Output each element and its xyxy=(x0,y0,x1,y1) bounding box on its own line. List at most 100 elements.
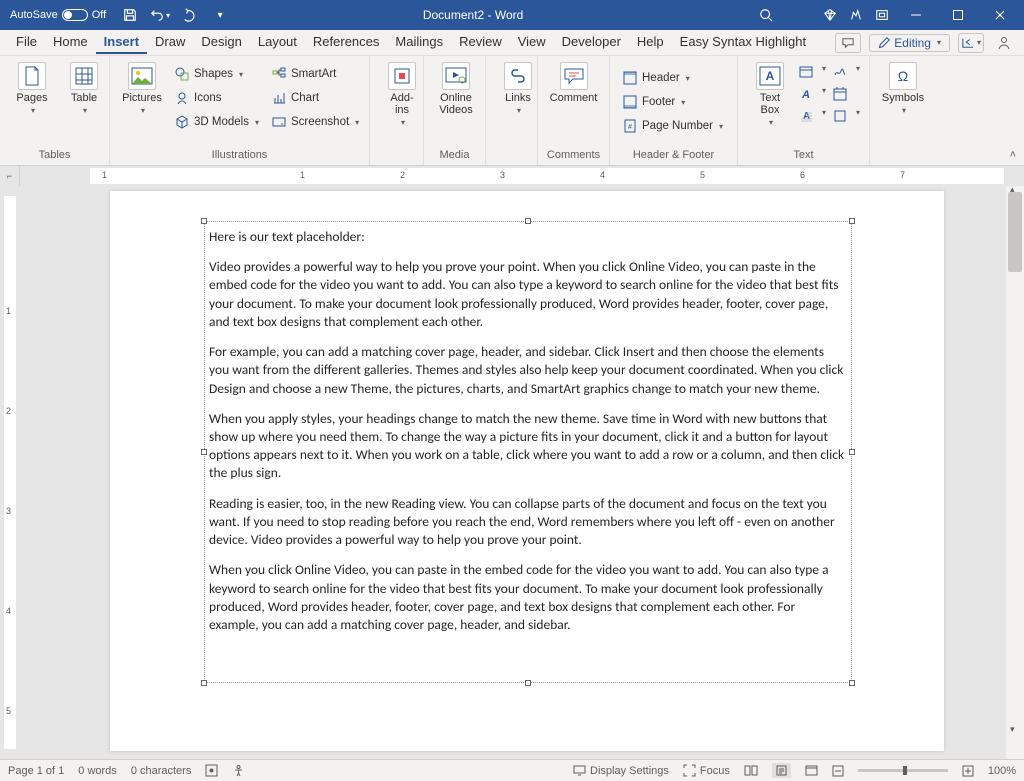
screenshot-button[interactable]: Screenshot▾ xyxy=(267,112,363,132)
wordart-icon[interactable]: A xyxy=(798,86,814,102)
resize-handle[interactable] xyxy=(849,680,855,686)
smartart-button[interactable]: SmartArt xyxy=(267,64,363,84)
macro-recorder-icon[interactable] xyxy=(205,764,218,777)
tab-file[interactable]: File xyxy=(8,31,45,54)
share-button[interactable]: ▾ xyxy=(958,33,984,53)
print-layout-icon[interactable] xyxy=(772,763,791,778)
toggle-off-icon xyxy=(62,9,88,21)
svg-text:Ω: Ω xyxy=(898,68,908,84)
page[interactable]: Here is our text placeholder: Video prov… xyxy=(110,191,944,751)
icons-button[interactable]: Icons xyxy=(170,88,263,108)
web-layout-icon[interactable] xyxy=(805,765,818,776)
close-button[interactable] xyxy=(980,0,1020,30)
resize-handle[interactable] xyxy=(849,449,855,455)
page-count[interactable]: Page 1 of 1 xyxy=(8,765,64,777)
char-count[interactable]: 0 characters xyxy=(131,765,192,777)
premium-icon[interactable] xyxy=(818,3,842,27)
tab-references[interactable]: References xyxy=(305,31,387,54)
header-button[interactable]: Header▾ xyxy=(618,68,727,88)
3d-models-button[interactable]: 3D Models▾ xyxy=(170,112,263,132)
zoom-out-button[interactable] xyxy=(832,765,844,777)
online-videos-button[interactable]: Online Videos xyxy=(432,60,480,118)
zoom-level[interactable]: 100% xyxy=(988,765,1016,777)
resize-handle[interactable] xyxy=(849,218,855,224)
signature-icon[interactable] xyxy=(832,64,848,80)
dropcap-icon[interactable]: A xyxy=(798,108,814,124)
vertical-ruler[interactable]: 12345 xyxy=(0,186,20,759)
pictures-icon xyxy=(128,62,156,90)
tab-home[interactable]: Home xyxy=(45,31,96,54)
comments-pane-button[interactable] xyxy=(835,33,861,53)
status-bar: Page 1 of 1 0 words 0 characters Display… xyxy=(0,759,1024,781)
scrollbar-thumb[interactable] xyxy=(1008,192,1022,272)
tab-review[interactable]: Review xyxy=(451,31,510,54)
focus-button[interactable]: Focus xyxy=(683,764,730,777)
resize-handle[interactable] xyxy=(525,680,531,686)
video-icon xyxy=(442,62,470,90)
maximize-button[interactable] xyxy=(938,0,978,30)
tab-help[interactable]: Help xyxy=(629,31,672,54)
redo-icon[interactable] xyxy=(178,3,202,27)
editing-mode-button[interactable]: Editing ▾ xyxy=(869,34,950,52)
resize-handle[interactable] xyxy=(201,449,207,455)
paragraph[interactable]: When you click Online Video, you can pas… xyxy=(209,561,847,634)
tab-draw[interactable]: Draw xyxy=(147,31,193,54)
pagenum-icon: # xyxy=(622,118,638,134)
text-box-button[interactable]: AText Box▾ xyxy=(746,60,794,129)
title-bar: AutoSave Off ▾ ▾ Document2 - Word xyxy=(0,0,1024,30)
ribbon-display-icon[interactable] xyxy=(870,3,894,27)
undo-icon[interactable]: ▾ xyxy=(148,3,172,27)
resize-handle[interactable] xyxy=(201,680,207,686)
account-icon[interactable] xyxy=(992,31,1016,55)
tab-developer[interactable]: Developer xyxy=(554,31,629,54)
editing-mode-label: Editing xyxy=(894,36,931,50)
vertical-scrollbar[interactable] xyxy=(1006,186,1024,759)
datetime-icon[interactable] xyxy=(832,86,848,102)
paragraph[interactable]: Video provides a powerful way to help yo… xyxy=(209,258,847,331)
word-count[interactable]: 0 words xyxy=(78,765,117,777)
read-mode-icon[interactable] xyxy=(744,765,758,776)
tab-mailings[interactable]: Mailings xyxy=(387,31,451,54)
qat-customize-icon[interactable]: ▾ xyxy=(208,3,232,27)
resize-handle[interactable] xyxy=(201,218,207,224)
document-title: Document2 - Word xyxy=(232,8,714,22)
addins-button[interactable]: Add- ins▾ xyxy=(378,60,426,129)
tab-view[interactable]: View xyxy=(510,31,554,54)
symbols-button[interactable]: ΩSymbols▾ xyxy=(878,60,928,117)
quick-parts-icon[interactable] xyxy=(798,64,814,80)
accessibility-icon[interactable] xyxy=(232,764,245,777)
display-settings-button[interactable]: Display Settings xyxy=(573,765,669,777)
paragraph[interactable]: Reading is easier, too, in the new Readi… xyxy=(209,495,847,550)
pages-button[interactable]: Pages▾ xyxy=(8,60,56,117)
search-icon[interactable] xyxy=(754,3,778,27)
horizontal-ruler[interactable]: ⌐ 1 1234567 xyxy=(0,166,1024,186)
page-number-button[interactable]: #Page Number▾ xyxy=(618,116,727,136)
text-box[interactable]: Here is our text placeholder: Video prov… xyxy=(204,221,852,683)
tab-design[interactable]: Design xyxy=(193,31,249,54)
autosave-toggle[interactable]: AutoSave Off xyxy=(4,9,112,21)
links-button[interactable]: Links▾ xyxy=(494,60,542,117)
paragraph[interactable]: When you apply styles, your headings cha… xyxy=(209,410,847,483)
paragraph[interactable]: For example, you can add a matching cove… xyxy=(209,343,847,398)
comment-button[interactable]: Comment xyxy=(546,60,601,106)
tab-easy-syntax-highlight[interactable]: Easy Syntax Highlight xyxy=(672,31,814,54)
zoom-in-button[interactable] xyxy=(962,765,974,777)
object-icon[interactable] xyxy=(832,108,848,124)
footer-button[interactable]: Footer▾ xyxy=(618,92,727,112)
coming-soon-icon[interactable] xyxy=(844,3,868,27)
ruler-corner: ⌐ xyxy=(0,166,20,186)
zoom-slider[interactable] xyxy=(858,769,948,772)
svg-text:A: A xyxy=(801,89,810,101)
chart-button[interactable]: Chart xyxy=(267,88,363,108)
tab-layout[interactable]: Layout xyxy=(250,31,305,54)
pictures-button[interactable]: Pictures▾ xyxy=(118,60,166,117)
screenshot-icon xyxy=(271,114,287,130)
save-icon[interactable] xyxy=(118,3,142,27)
minimize-button[interactable] xyxy=(896,0,936,30)
collapse-ribbon-button[interactable]: ˄ xyxy=(1010,149,1016,161)
tab-insert[interactable]: Insert xyxy=(96,31,147,54)
paragraph[interactable]: Here is our text placeholder: xyxy=(209,228,847,246)
table-button[interactable]: Table▾ xyxy=(60,60,108,117)
shapes-button[interactable]: Shapes▾ xyxy=(170,64,263,84)
resize-handle[interactable] xyxy=(525,218,531,224)
